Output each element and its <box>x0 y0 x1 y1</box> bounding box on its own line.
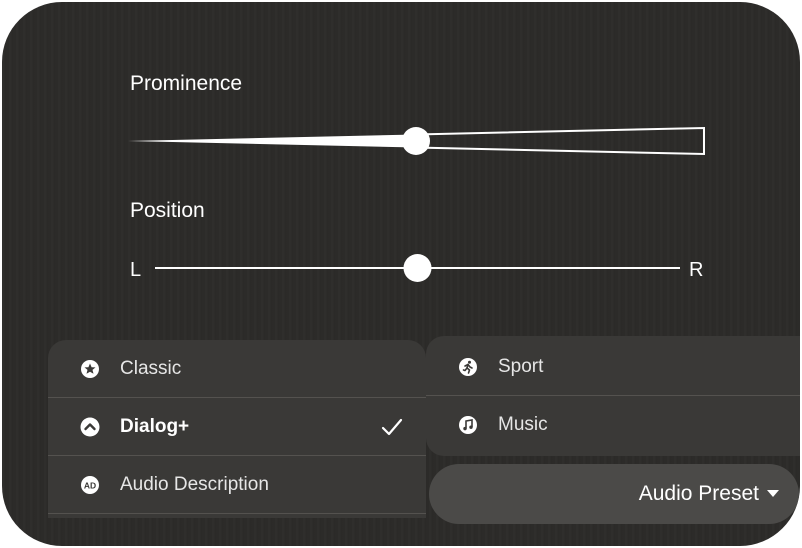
prominence-track-outline <box>415 126 705 156</box>
preset-item-music[interactable]: Music <box>426 396 800 454</box>
star-circle-icon <box>81 359 99 378</box>
position-thumb[interactable] <box>403 254 432 282</box>
position-left-label: L <box>130 259 142 281</box>
ad-circle-icon: AD <box>81 475 99 494</box>
audio-preset-button[interactable]: Audio Preset <box>429 464 799 524</box>
preset-item-label: Dialog+ <box>120 415 190 437</box>
preset-item-audio-description[interactable]: AD Audio Description <box>48 456 426 514</box>
position-right-label: R <box>689 259 704 281</box>
position-slider[interactable] <box>155 254 680 282</box>
chevron-up-circle-icon <box>80 417 100 436</box>
checkmark-icon <box>381 418 403 436</box>
preset-item-label: Sport <box>498 355 544 377</box>
prominence-thumb[interactable] <box>402 127 430 155</box>
preset-item-classic[interactable]: Classic <box>48 340 426 398</box>
audio-settings-panel: Prominence Position L R Classic Dialog+ … <box>2 2 800 546</box>
prominence-fill <box>128 134 416 148</box>
preset-item-label: Audio Description <box>120 473 269 495</box>
caret-down-icon <box>767 490 779 497</box>
preset-item-label: Music <box>498 414 548 435</box>
preset-item-label: Classic <box>120 357 182 379</box>
svg-text:AD: AD <box>84 480 96 490</box>
music-note-circle-icon <box>459 416 477 434</box>
preset-menu-right: Sport Music <box>426 336 800 456</box>
preset-item-sport[interactable]: Sport <box>426 338 800 396</box>
preset-menu-left: Classic Dialog+ AD Audio Description <box>48 340 426 518</box>
audio-preset-label: Audio Preset <box>638 482 759 505</box>
position-label: Position <box>130 199 205 222</box>
preset-item-dialog-plus[interactable]: Dialog+ <box>48 398 426 456</box>
prominence-slider[interactable] <box>128 126 705 156</box>
runner-circle-icon <box>459 357 477 376</box>
